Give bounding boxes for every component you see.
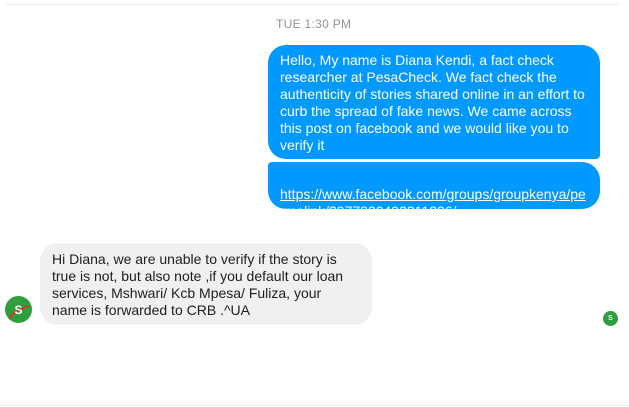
facebook-post-link[interactable]: https://www.facebook.com/groups/groupken… xyxy=(280,186,586,219)
outgoing-link-bubble[interactable]: https://www.facebook.com/groups/groupken… xyxy=(268,162,600,219)
top-divider xyxy=(6,4,619,5)
sender-avatar[interactable]: S xyxy=(5,296,32,323)
outgoing-message-bubble[interactable]: Hello, My name is Diana Kendi, a fact ch… xyxy=(268,45,600,159)
seen-indicator-avatar: S xyxy=(603,311,618,326)
bottom-divider xyxy=(0,405,629,406)
message-timestamp: TUE 1:30 PM xyxy=(276,17,352,31)
incoming-message-bubble[interactable]: Hi Diana, we are unable to verify if the… xyxy=(40,243,372,325)
sender-avatar-letter: S xyxy=(14,302,23,317)
seen-avatar-letter: S xyxy=(608,315,613,322)
